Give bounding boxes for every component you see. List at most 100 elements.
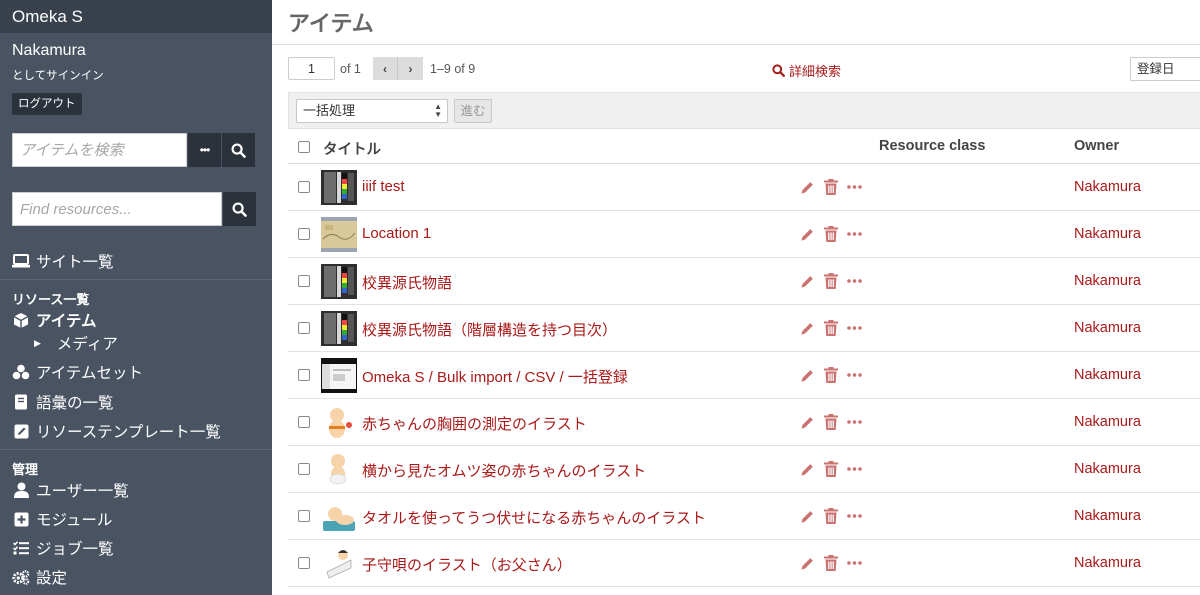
item-title-link[interactable]: 子守唄のイラスト（お父さん）	[362, 554, 572, 575]
resource-search-form	[12, 192, 256, 226]
nav-jobs[interactable]: ジョブ一覧	[12, 537, 114, 559]
select-all-checkbox[interactable]	[298, 141, 310, 153]
pagination-buttons: ‹ ›	[373, 57, 423, 80]
trash-icon[interactable]	[824, 179, 838, 195]
nav-item-sets[interactable]: アイテムセット	[12, 361, 143, 383]
nav-media[interactable]: ▶ メディア	[34, 332, 118, 354]
ellipsis-icon[interactable]	[847, 420, 862, 424]
trash-icon[interactable]	[824, 367, 838, 383]
ellipsis-icon[interactable]	[847, 561, 862, 565]
resource-search-submit-button[interactable]	[222, 192, 256, 226]
pencil-icon[interactable]	[800, 509, 815, 524]
owner-link[interactable]: Nakamura	[1074, 508, 1141, 524]
item-title-link[interactable]: 赤ちゃんの胸囲の測定のイラスト	[362, 413, 587, 434]
search-options-button[interactable]: •••	[187, 133, 221, 167]
item-thumbnail[interactable]	[321, 311, 357, 346]
trash-icon[interactable]	[824, 320, 838, 336]
page-number-input[interactable]	[288, 57, 335, 80]
item-thumbnail[interactable]	[321, 217, 357, 252]
previous-page-button[interactable]: ‹	[373, 57, 398, 80]
pencil-icon[interactable]	[800, 368, 815, 383]
pencil-icon[interactable]	[800, 274, 815, 289]
sort-by-select[interactable]: 登録日	[1130, 57, 1200, 81]
row-checkbox[interactable]	[298, 275, 310, 287]
owner-link[interactable]: Nakamura	[1074, 555, 1141, 571]
nav-resource-templates[interactable]: リソーステンプレート一覧	[12, 420, 221, 442]
pencil-icon[interactable]	[800, 462, 815, 477]
trash-icon[interactable]	[824, 461, 838, 477]
ellipsis-icon[interactable]	[847, 185, 862, 189]
row-actions	[800, 179, 871, 195]
trash-icon[interactable]	[824, 273, 838, 289]
row-checkbox[interactable]	[298, 322, 310, 334]
row-checkbox[interactable]	[298, 463, 310, 475]
item-title-link[interactable]: Location 1	[362, 225, 431, 242]
item-search-submit-button[interactable]	[221, 133, 255, 167]
pencil-icon[interactable]	[800, 321, 815, 336]
row-checkbox[interactable]	[298, 228, 310, 240]
owner-link[interactable]: Nakamura	[1074, 461, 1141, 477]
item-thumbnail[interactable]	[321, 170, 357, 205]
ellipsis-icon[interactable]	[847, 373, 862, 377]
item-title-link[interactable]: 校異源氏物語（階層構造を持つ目次）	[362, 319, 617, 340]
page-title: アイテム	[288, 11, 374, 36]
item-title-link[interactable]: Omeka S / Bulk import / CSV / 一括登録	[362, 366, 628, 387]
item-thumbnail[interactable]	[321, 264, 357, 299]
next-page-button[interactable]: ›	[398, 57, 423, 80]
item-thumbnail[interactable]	[321, 499, 357, 534]
resource-search-input[interactable]	[12, 192, 222, 226]
logout-button[interactable]: ログアウト	[12, 93, 82, 115]
user-icon	[12, 481, 30, 499]
nav-items[interactable]: アイテム	[12, 309, 96, 331]
owner-link[interactable]: Nakamura	[1074, 226, 1141, 242]
row-checkbox[interactable]	[298, 510, 310, 522]
pencil-icon[interactable]	[800, 227, 815, 242]
table-row: 横から見たオムツ姿の赤ちゃんのイラスト Nakamura	[288, 446, 1200, 493]
row-actions	[800, 226, 871, 242]
nav-vocabularies[interactable]: 語彙の一覧	[12, 391, 114, 413]
row-checkbox[interactable]	[298, 416, 310, 428]
trash-icon[interactable]	[824, 414, 838, 430]
item-title-link[interactable]: 横から見たオムツ姿の赤ちゃんのイラスト	[362, 460, 646, 481]
pencil-icon[interactable]	[800, 415, 815, 430]
batch-action-select[interactable]: 一括処理 ▲ ▼	[296, 99, 448, 123]
pencil-icon[interactable]	[800, 556, 815, 571]
owner-link[interactable]: Nakamura	[1074, 320, 1141, 336]
item-thumbnail[interactable]	[321, 452, 357, 487]
item-thumbnail[interactable]	[321, 546, 357, 581]
owner-link[interactable]: Nakamura	[1074, 414, 1141, 430]
ellipsis-icon[interactable]	[847, 467, 862, 471]
batch-go-button[interactable]: 進む	[454, 99, 492, 123]
owner-link[interactable]: Nakamura	[1074, 273, 1141, 289]
user-name-link[interactable]: Nakamura	[12, 42, 86, 60]
item-title-link[interactable]: 校異源氏物語	[362, 272, 452, 293]
ellipsis-icon[interactable]	[847, 514, 862, 518]
item-search-input[interactable]	[12, 133, 187, 167]
nav-sites[interactable]: サイト一覧	[12, 250, 114, 272]
nav-users[interactable]: ユーザー一覧	[12, 479, 129, 501]
pencil-icon[interactable]	[800, 180, 815, 195]
table-row: 校異源氏物語（階層構造を持つ目次） Nakamura	[288, 305, 1200, 352]
ellipsis-icon[interactable]	[847, 232, 862, 236]
row-checkbox[interactable]	[298, 557, 310, 569]
table-row: Location 1 Nakamura	[288, 211, 1200, 258]
search-icon	[231, 143, 246, 158]
row-actions	[800, 461, 871, 477]
brand-link[interactable]: Omeka S	[0, 0, 272, 33]
nav-settings[interactable]: 設定	[12, 566, 67, 588]
owner-link[interactable]: Nakamura	[1074, 179, 1141, 195]
nav-modules[interactable]: モジュール	[12, 508, 112, 530]
item-title-link[interactable]: タオルを使ってうつ伏せになる赤ちゃんのイラスト	[362, 507, 706, 528]
trash-icon[interactable]	[824, 508, 838, 524]
trash-icon[interactable]	[824, 226, 838, 242]
item-thumbnail[interactable]	[321, 358, 357, 393]
item-thumbnail[interactable]	[321, 405, 357, 440]
row-checkbox[interactable]	[298, 181, 310, 193]
item-title-link[interactable]: iiif test	[362, 178, 405, 195]
advanced-search-link[interactable]: 詳細検索	[772, 61, 841, 80]
ellipsis-icon[interactable]	[847, 279, 862, 283]
trash-icon[interactable]	[824, 555, 838, 571]
ellipsis-icon[interactable]	[847, 326, 862, 330]
owner-link[interactable]: Nakamura	[1074, 367, 1141, 383]
row-checkbox[interactable]	[298, 369, 310, 381]
